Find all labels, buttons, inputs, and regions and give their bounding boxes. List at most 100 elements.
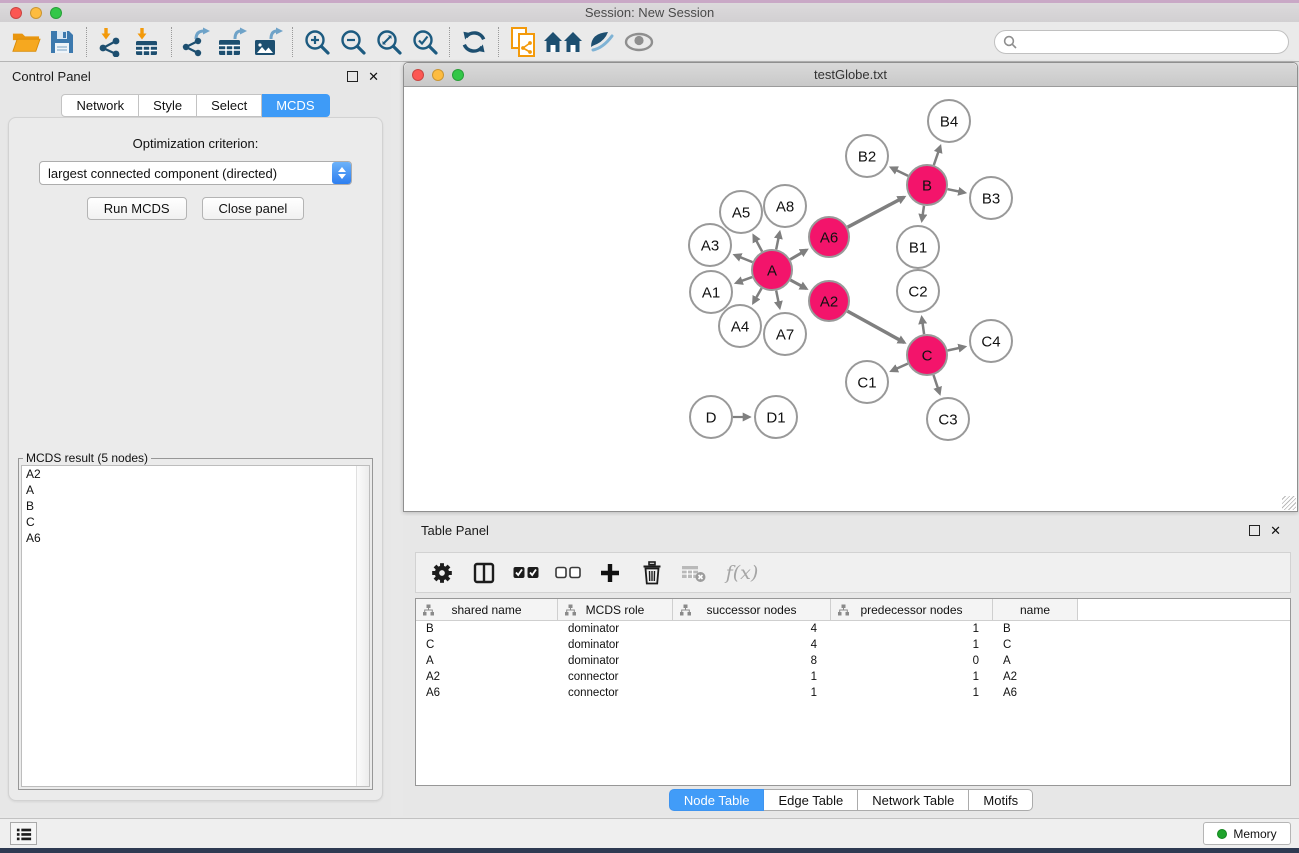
table-row[interactable]: Bdominator41B (416, 621, 1290, 637)
graph-node-C[interactable]: C (907, 335, 947, 375)
close-table-panel-icon[interactable]: ✕ (1270, 525, 1281, 536)
delete-column-icon[interactable] (638, 559, 666, 587)
graph-node-A7[interactable]: A7 (764, 313, 806, 355)
table-row[interactable]: A2connector11A2 (416, 669, 1290, 685)
refresh-icon[interactable] (456, 25, 492, 59)
zoom-in-icon[interactable] (299, 25, 335, 59)
graph-node-B3[interactable]: B3 (970, 177, 1012, 219)
column-header-MCDS-role[interactable]: MCDS role (558, 599, 673, 620)
cell-predecessor-nodes: 1 (831, 623, 993, 635)
zoom-out-icon[interactable] (335, 25, 371, 59)
network-graph[interactable]: A A1 A2 A3 A4 A5 A6 A7 A8 B B1 B2 B3B4 C C1 C2 C3C4 D D1 (404, 87, 1297, 511)
graph-node-C2[interactable]: C2 (897, 270, 939, 312)
graph-node-B2[interactable]: B2 (846, 135, 888, 177)
cell-MCDS-role: dominator (558, 655, 673, 667)
graph-node-B[interactable]: B (907, 165, 947, 205)
tab-network[interactable]: Network (61, 94, 139, 117)
table-settings-icon[interactable] (428, 559, 456, 587)
run-mcds-button[interactable]: Run MCDS (87, 197, 187, 220)
graph-node-A8[interactable]: A8 (764, 185, 806, 227)
export-table-icon[interactable] (214, 25, 250, 59)
zoom-selected-icon[interactable] (407, 25, 443, 59)
criterion-dropdown[interactable]: largest connected component (directed) (39, 161, 352, 185)
search-field[interactable] (994, 30, 1289, 54)
export-network-icon[interactable] (178, 25, 214, 59)
result-item[interactable]: B (22, 498, 369, 514)
tab-network-table[interactable]: Network Table (858, 789, 969, 811)
svg-text:C1: C1 (857, 374, 876, 391)
tab-mcds[interactable]: MCDS (262, 94, 329, 117)
resize-grip[interactable] (1282, 496, 1296, 510)
result-item[interactable]: A2 (22, 466, 369, 482)
svg-text:A2: A2 (820, 293, 838, 310)
delete-table-icon[interactable] (680, 559, 708, 587)
column-header-shared-name[interactable]: shared name (416, 599, 558, 620)
graph-node-C1[interactable]: C1 (846, 361, 888, 403)
cell-predecessor-nodes: 0 (831, 655, 993, 667)
column-header-successor-nodes[interactable]: successor nodes (673, 599, 831, 620)
search-input[interactable] (1022, 34, 1288, 50)
copy-network-icon[interactable] (505, 25, 541, 59)
network-window-titlebar[interactable]: testGlobe.txt (404, 63, 1297, 87)
import-table-icon[interactable] (129, 25, 165, 59)
float-table-panel-icon[interactable] (1249, 525, 1260, 536)
network-canvas[interactable]: A A1 A2 A3 A4 A5 A6 A7 A8 B B1 B2 B3B4 C C1 C2 C3C4 D D1 (404, 87, 1297, 511)
result-item[interactable]: A (22, 482, 369, 498)
tab-motifs[interactable]: Motifs (969, 789, 1033, 811)
task-history-button[interactable] (10, 822, 37, 845)
graph-node-A5[interactable]: A5 (720, 191, 762, 233)
cell-name: B (993, 623, 1078, 635)
graph-node-D1[interactable]: D1 (755, 396, 797, 438)
function-builder-icon[interactable]: f(x) (722, 559, 762, 587)
cell-shared-name: A6 (416, 687, 558, 699)
table-row[interactable]: Adominator80A (416, 653, 1290, 669)
column-header-predecessor-nodes[interactable]: predecessor nodes (831, 599, 993, 620)
graph-node-B4[interactable]: B4 (928, 100, 970, 142)
graph-node-D[interactable]: D (690, 396, 732, 438)
svg-text:D1: D1 (766, 409, 785, 426)
graph-node-A1[interactable]: A1 (690, 271, 732, 313)
result-item[interactable]: C (22, 514, 369, 530)
column-visibility-icon[interactable] (470, 559, 498, 587)
tab-select[interactable]: Select (197, 94, 262, 117)
close-panel-button[interactable]: Close panel (202, 197, 305, 220)
graphics-details-icon[interactable] (621, 25, 657, 59)
graph-node-C4[interactable]: C4 (970, 320, 1012, 362)
toolbar-separator (292, 27, 293, 57)
result-scrollbar[interactable] (356, 466, 369, 786)
add-column-icon[interactable] (596, 559, 624, 587)
float-panel-icon[interactable] (347, 71, 358, 82)
node-table[interactable]: shared nameMCDS rolesuccessor nodesprede… (415, 598, 1291, 786)
svg-text:B1: B1 (909, 239, 927, 256)
open-session-icon[interactable] (8, 25, 44, 59)
graph-node-B1[interactable]: B1 (897, 226, 939, 268)
select-all-icon[interactable] (512, 559, 540, 587)
graph-node-A3[interactable]: A3 (689, 224, 731, 266)
tab-node-table[interactable]: Node Table (669, 789, 765, 811)
zoom-fit-icon[interactable] (371, 25, 407, 59)
import-network-icon[interactable] (93, 25, 129, 59)
birdseye-view-icon[interactable] (585, 25, 621, 59)
graph-node-A2[interactable]: A2 (809, 281, 849, 321)
graph-node-A4[interactable]: A4 (719, 305, 761, 347)
column-header-name[interactable]: name (993, 599, 1078, 620)
svg-text:A: A (767, 262, 777, 279)
deselect-all-icon[interactable] (554, 559, 582, 587)
table-row[interactable]: Cdominator41C (416, 637, 1290, 653)
tab-style[interactable]: Style (139, 94, 197, 117)
save-session-icon[interactable] (44, 25, 80, 59)
mcds-result-list[interactable]: A2ABCA6 (21, 465, 370, 787)
tab-edge-table[interactable]: Edge Table (764, 789, 858, 811)
table-row[interactable]: A6connector11A6 (416, 685, 1290, 701)
memory-button[interactable]: Memory (1203, 822, 1291, 845)
cell-successor-nodes: 1 (673, 687, 831, 699)
export-image-icon[interactable] (250, 25, 286, 59)
list-icon (15, 826, 33, 842)
toolbar-separator (498, 27, 499, 57)
graph-node-A[interactable]: A (752, 250, 792, 290)
result-item[interactable]: A6 (22, 530, 369, 546)
graph-node-A6[interactable]: A6 (809, 217, 849, 257)
home-icon[interactable] (541, 25, 585, 59)
graph-node-C3[interactable]: C3 (927, 398, 969, 440)
close-panel-icon[interactable]: ✕ (368, 71, 379, 82)
